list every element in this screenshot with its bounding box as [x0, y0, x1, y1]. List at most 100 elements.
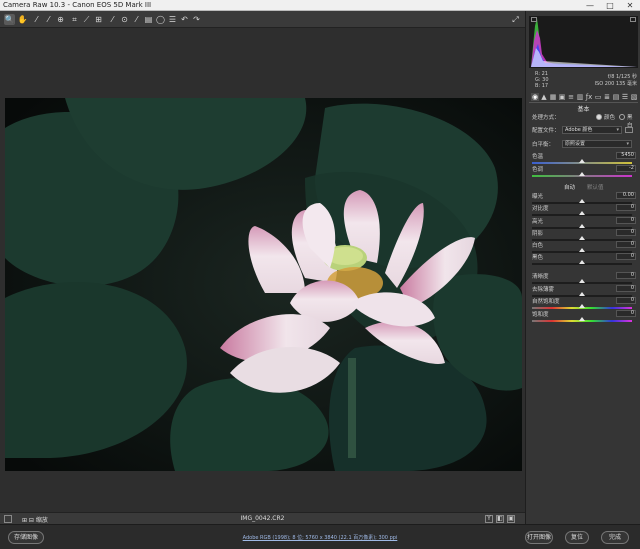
transform-tool-icon[interactable]: ⊞ — [93, 14, 104, 25]
lotus-photo — [5, 98, 522, 471]
camera-aperture-shutter: f/8 1/125 秒 — [607, 74, 637, 80]
file-name: IMG_0042.CR2 — [240, 515, 285, 522]
contrast-thumb[interactable] — [579, 211, 585, 215]
preview-settings-icon[interactable]: ▣ — [507, 515, 515, 523]
shadows-thumb[interactable] — [579, 236, 585, 240]
shadows-label: 阴影 — [532, 231, 544, 237]
done-button[interactable]: 完成 — [601, 531, 629, 544]
treatment-color-radio[interactable] — [596, 114, 602, 120]
treatment-color-label[interactable]: 颜色 — [604, 113, 615, 121]
blacks-label: 黑色 — [532, 255, 544, 261]
crop-tool-icon[interactable]: ⌗ — [69, 14, 80, 25]
tab-presets-icon[interactable]: ≣ — [603, 93, 611, 101]
tab-extra-icon[interactable]: ▧ — [630, 93, 638, 101]
zoom-tool-icon[interactable]: 🔍 — [4, 14, 15, 25]
tab-hsl-icon[interactable]: ▣ — [558, 93, 566, 101]
shadow-clipping-icon[interactable] — [531, 17, 537, 22]
tab-fx-icon[interactable]: ƒx — [585, 93, 593, 101]
spot-removal-tool-icon[interactable]: ⁄ — [107, 14, 118, 25]
wb-select[interactable]: 原照设置 ▾ — [562, 140, 632, 148]
panel-tabs: ◉ ▲ ▦ ▣ ≡ ▥ ƒx ▭ ≣ ▤ ☰ ▧ — [529, 93, 638, 103]
clarity-value[interactable]: 0 — [616, 272, 636, 279]
saturation-thumb[interactable] — [579, 317, 585, 321]
temperature-value[interactable]: 5450 — [616, 152, 636, 159]
tab-split-toning-icon[interactable]: ≡ — [567, 93, 575, 101]
open-image-button[interactable]: 打开图像 — [525, 531, 553, 544]
treatment-label: 处理方式： — [532, 115, 560, 121]
tool-bar: 🔍 ✋ ⁄ ⁄ ⊕ ⌗ ⟋ ⊞ ⁄ ⊙ ⁄ ▤ ◯ ☰ ↶ ↷ ⤢ — [0, 11, 525, 28]
shadows-value[interactable]: 0 — [616, 229, 636, 236]
title-bar: Camera Raw 10.3 - Canon EOS 5D Mark III … — [0, 0, 640, 11]
adjustment-brush-icon[interactable]: ⁄ — [131, 14, 142, 25]
temperature-thumb[interactable] — [579, 159, 585, 163]
tab-calibration-icon[interactable]: ▭ — [594, 93, 602, 101]
dehaze-value[interactable]: 0 — [616, 285, 636, 292]
whites-value[interactable]: 0 — [616, 241, 636, 248]
saturation-label: 饱和度 — [532, 312, 549, 318]
dehaze-thumb[interactable] — [579, 292, 585, 296]
fullscreen-icon[interactable]: ⤢ — [510, 14, 521, 25]
minimize-button[interactable]: — — [580, 0, 600, 11]
auto-link[interactable]: 自动 — [564, 183, 575, 191]
blacks-value[interactable]: 0 — [616, 253, 636, 260]
before-after-icon[interactable]: ◧ — [496, 515, 504, 523]
targeted-adjustment-tool-icon[interactable]: ⊕ — [55, 14, 66, 25]
highlights-label: 高光 — [532, 219, 544, 225]
wb-label: 白平衡： — [532, 142, 555, 148]
vibrance-value[interactable]: 0 — [616, 297, 636, 304]
preview-toggle-y[interactable]: Y — [485, 515, 493, 523]
temperature-label: 色温 — [532, 154, 544, 160]
profile-value: Adobe 颜色 — [565, 127, 593, 133]
treatment-bw-radio[interactable] — [619, 114, 625, 120]
histogram-graph — [531, 18, 637, 67]
color-sampler-tool-icon[interactable]: ⁄ — [43, 14, 54, 25]
profile-label: 配置文件： — [532, 128, 560, 134]
reset-button[interactable]: 复位 — [565, 531, 589, 544]
vibrance-thumb[interactable] — [579, 304, 585, 308]
preferences-icon[interactable]: ☰ — [167, 14, 178, 25]
tab-snapshots-icon[interactable]: ▤ — [612, 93, 620, 101]
canvas-status-bar: ⊞ ⊟ 缩放 IMG_0042.CR2 Y ◧ ▣ — [0, 512, 525, 524]
chevron-down-icon: ▾ — [616, 127, 619, 133]
graduated-filter-icon[interactable]: ▤ — [143, 14, 154, 25]
highlight-clipping-icon[interactable] — [630, 17, 636, 22]
bottom-bar: 存储图像 Adobe RGB (1998); 8 位; 5760 x 3840 … — [0, 524, 640, 549]
saturation-value[interactable]: 0 — [616, 310, 636, 317]
tab-lens-icon[interactable]: ▥ — [576, 93, 584, 101]
exposure-thumb[interactable] — [579, 199, 585, 203]
highlights-thumb[interactable] — [579, 224, 585, 228]
default-link[interactable]: 默认值 — [587, 183, 604, 191]
tint-label: 色调 — [532, 167, 544, 173]
clarity-label: 清晰度 — [532, 274, 549, 280]
adjustments-panel: R: 21 G: 30 B: 17 f/8 1/125 秒 ISO 200 13… — [525, 11, 640, 524]
camera-iso-focal: ISO 200 135 毫米 — [594, 81, 637, 87]
exposure-value[interactable]: 0.00 — [616, 192, 636, 199]
rotate-left-icon[interactable]: ↶ — [179, 14, 190, 25]
highlights-value[interactable]: 0 — [616, 217, 636, 224]
profile-select[interactable]: Adobe 颜色 ▾ — [562, 126, 622, 134]
white-balance-tool-icon[interactable]: ⁄ — [31, 14, 42, 25]
histogram — [529, 16, 638, 68]
contrast-label: 对比度 — [532, 206, 549, 212]
tab-basic-icon[interactable]: ◉ — [531, 93, 539, 101]
tint-value[interactable]: -2 — [616, 165, 636, 172]
tint-thumb[interactable] — [579, 172, 585, 176]
image-canvas[interactable] — [0, 28, 525, 512]
contrast-value[interactable]: 0 — [616, 204, 636, 211]
panel-section-title: 基本 — [577, 106, 590, 113]
close-button[interactable]: ✕ — [620, 0, 640, 11]
tab-detail-icon[interactable]: ▦ — [549, 93, 557, 101]
clarity-thumb[interactable] — [579, 279, 585, 283]
whites-thumb[interactable] — [579, 248, 585, 252]
straighten-tool-icon[interactable]: ⟋ — [81, 14, 92, 25]
profile-browser-icon[interactable] — [625, 127, 633, 133]
tab-menu-icon[interactable]: ☰ — [621, 93, 629, 101]
maximize-button[interactable]: □ — [600, 0, 620, 11]
window-title: Camera Raw 10.3 - Canon EOS 5D Mark III — [3, 1, 152, 9]
rotate-right-icon[interactable]: ↷ — [191, 14, 202, 25]
red-eye-removal-icon[interactable]: ⊙ — [119, 14, 130, 25]
blacks-thumb[interactable] — [579, 260, 585, 264]
tab-tone-curve-icon[interactable]: ▲ — [540, 93, 548, 101]
hand-tool-icon[interactable]: ✋ — [17, 14, 28, 25]
radial-filter-icon[interactable]: ◯ — [155, 14, 166, 25]
